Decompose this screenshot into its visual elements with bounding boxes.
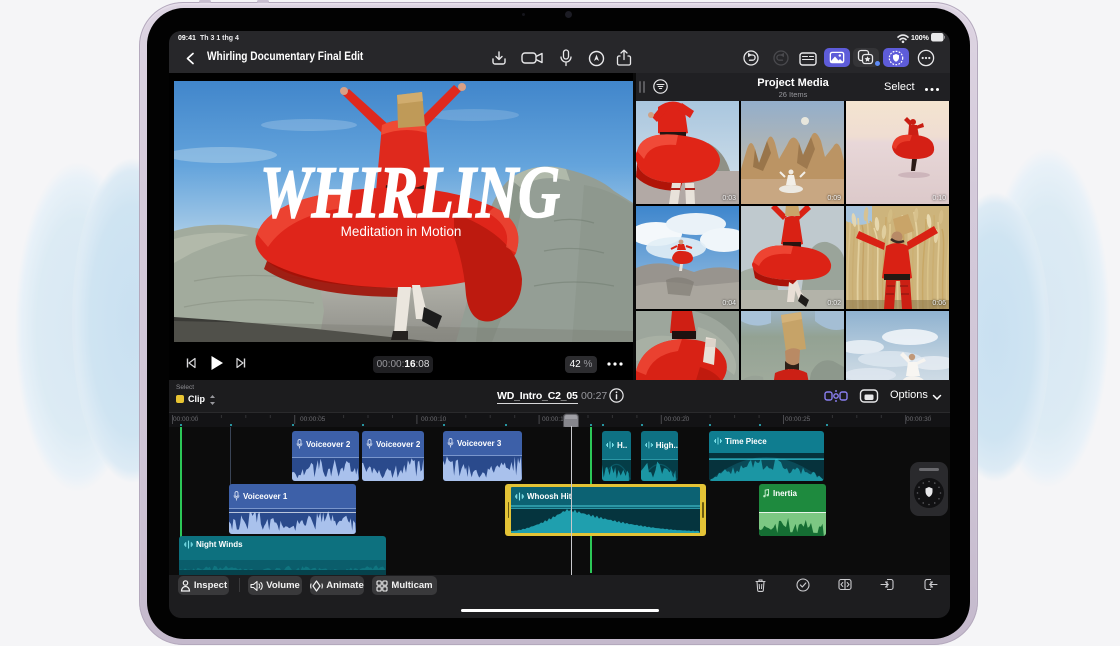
svg-text:Meditation in Motion: Meditation in Motion: [341, 224, 462, 239]
svg-text:WHIRLING: WHIRLING: [260, 152, 560, 234]
